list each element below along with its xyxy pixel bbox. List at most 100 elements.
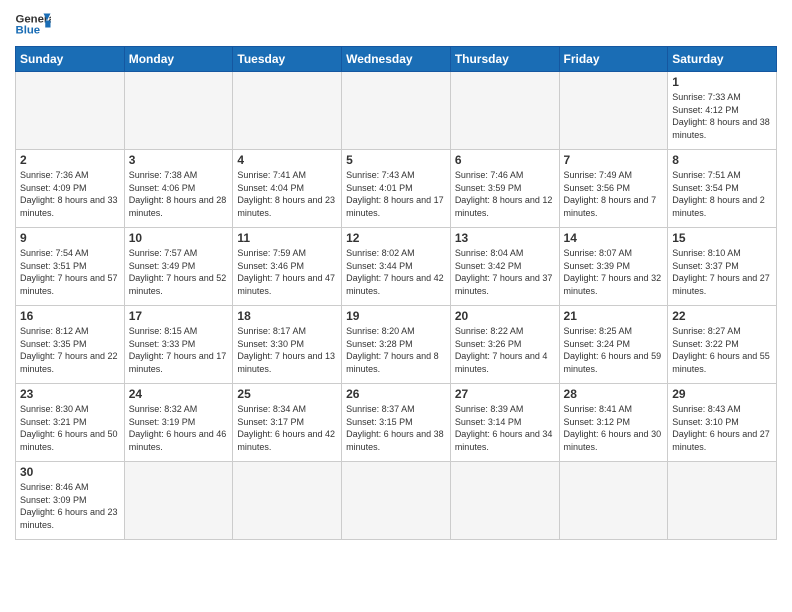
calendar-cell: 25Sunrise: 8:34 AMSunset: 3:17 PMDayligh…: [233, 384, 342, 462]
day-info: Sunrise: 8:02 AMSunset: 3:44 PMDaylight:…: [346, 247, 446, 297]
calendar-cell: 6Sunrise: 7:46 AMSunset: 3:59 PMDaylight…: [450, 150, 559, 228]
day-number: 23: [20, 387, 120, 401]
calendar-cell: 5Sunrise: 7:43 AMSunset: 4:01 PMDaylight…: [342, 150, 451, 228]
day-info: Sunrise: 8:34 AMSunset: 3:17 PMDaylight:…: [237, 403, 337, 453]
logo: General Blue: [15, 10, 51, 38]
calendar-cell: 11 Sunrise: 7:59 AMSunset: 3:46 PMDayligh…: [233, 228, 342, 306]
day-info: Sunrise: 7:59 AMSunset: 3:46 PMDaylight:…: [237, 247, 337, 297]
day-number: 21: [564, 309, 664, 323]
day-info: Sunrise: 8:04 AMSunset: 3:42 PMDaylight:…: [455, 247, 555, 297]
calendar-cell: 27 Sunrise: 8:39 AMSunset: 3:14 PMDayligh…: [450, 384, 559, 462]
calendar-cell: [559, 462, 668, 540]
day-info: Sunrise: 7:43 AMSunset: 4:01 PMDaylight:…: [346, 169, 446, 219]
calendar-cell: 30Sunrise: 8:46 AMSunset: 3:09 PMDayligh…: [16, 462, 125, 540]
day-info: Sunrise: 8:15 AMSunset: 3:33 PMDaylight:…: [129, 325, 229, 375]
calendar-cell: 20Sunrise: 8:22 AMSunset: 3:26 PMDayligh…: [450, 306, 559, 384]
logo-icon: General Blue: [15, 10, 51, 38]
calendar-cell: 7 Sunrise: 7:49 AMSunset: 3:56 PMDaylight…: [559, 150, 668, 228]
calendar-cell: 1Sunrise: 7:33 AMSunset: 4:12 PMDaylight…: [668, 72, 777, 150]
calendar-cell: 3 Sunrise: 7:38 AMSunset: 4:06 PMDaylight…: [124, 150, 233, 228]
day-info: Sunrise: 8:46 AMSunset: 3:09 PMDaylight:…: [20, 481, 120, 531]
calendar-cell: 8Sunrise: 7:51 AMSunset: 3:54 PMDaylight…: [668, 150, 777, 228]
day-number: 8: [672, 153, 772, 167]
day-number: 10: [129, 231, 229, 245]
calendar-cell: 22Sunrise: 8:27 AMSunset: 3:22 PMDayligh…: [668, 306, 777, 384]
day-number: 9: [20, 231, 120, 245]
calendar-cell: 15Sunrise: 8:10 AMSunset: 3:37 PMDayligh…: [668, 228, 777, 306]
calendar-week-row: 30Sunrise: 8:46 AMSunset: 3:09 PMDayligh…: [16, 462, 777, 540]
day-number: 13: [455, 231, 555, 245]
calendar-cell: 16Sunrise: 8:12 AMSunset: 3:35 PMDayligh…: [16, 306, 125, 384]
day-number: 7: [564, 153, 664, 167]
day-number: 24: [129, 387, 229, 401]
calendar-cell: [668, 462, 777, 540]
header: General Blue: [15, 10, 777, 38]
day-info: Sunrise: 8:22 AMSunset: 3:26 PMDaylight:…: [455, 325, 555, 375]
calendar-week-row: 23 Sunrise: 8:30 AMSunset: 3:21 PMDayligh…: [16, 384, 777, 462]
calendar-week-row: 9 Sunrise: 7:54 AMSunset: 3:51 PMDaylight…: [16, 228, 777, 306]
calendar-cell: 29Sunrise: 8:43 AMSunset: 3:10 PMDayligh…: [668, 384, 777, 462]
day-info: Sunrise: 7:36 AMSunset: 4:09 PMDaylight:…: [20, 169, 120, 219]
day-info: Sunrise: 8:17 AMSunset: 3:30 PMDaylight:…: [237, 325, 337, 375]
day-info: Sunrise: 7:46 AMSunset: 3:59 PMDaylight:…: [455, 169, 555, 219]
weekday-header-monday: Monday: [124, 47, 233, 72]
day-info: Sunrise: 7:49 AMSunset: 3:56 PMDaylight:…: [564, 169, 664, 219]
day-info: Sunrise: 7:41 AMSunset: 4:04 PMDaylight:…: [237, 169, 337, 219]
day-number: 27: [455, 387, 555, 401]
day-number: 19: [346, 309, 446, 323]
day-info: Sunrise: 8:39 AMSunset: 3:14 PMDaylight:…: [455, 403, 555, 453]
day-number: 26: [346, 387, 446, 401]
calendar-cell: 21Sunrise: 8:25 AMSunset: 3:24 PMDayligh…: [559, 306, 668, 384]
day-info: Sunrise: 8:37 AMSunset: 3:15 PMDaylight:…: [346, 403, 446, 453]
day-number: 18: [237, 309, 337, 323]
calendar-cell: [450, 72, 559, 150]
calendar-cell: 13 Sunrise: 8:04 AMSunset: 3:42 PMDayligh…: [450, 228, 559, 306]
calendar-cell: [124, 72, 233, 150]
calendar-cell: [559, 72, 668, 150]
calendar-cell: 2 Sunrise: 7:36 AMSunset: 4:09 PMDaylight…: [16, 150, 125, 228]
day-number: 29: [672, 387, 772, 401]
weekday-header-thursday: Thursday: [450, 47, 559, 72]
calendar-cell: 28 Sunrise: 8:41 AMSunset: 3:12 PMDayligh…: [559, 384, 668, 462]
calendar-cell: 24 Sunrise: 8:32 AMSunset: 3:19 PMDayligh…: [124, 384, 233, 462]
day-number: 4: [237, 153, 337, 167]
calendar-cell: 10 Sunrise: 7:57 AMSunset: 3:49 PMDayligh…: [124, 228, 233, 306]
day-info: Sunrise: 7:57 AMSunset: 3:49 PMDaylight:…: [129, 247, 229, 297]
day-info: Sunrise: 7:38 AMSunset: 4:06 PMDaylight:…: [129, 169, 229, 219]
day-number: 2: [20, 153, 120, 167]
day-number: 16: [20, 309, 120, 323]
calendar-cell: 4 Sunrise: 7:41 AMSunset: 4:04 PMDaylight…: [233, 150, 342, 228]
weekday-header-saturday: Saturday: [668, 47, 777, 72]
weekday-header-sunday: Sunday: [16, 47, 125, 72]
day-info: Sunrise: 7:33 AMSunset: 4:12 PMDaylight:…: [672, 91, 772, 141]
day-info: Sunrise: 8:32 AMSunset: 3:19 PMDaylight:…: [129, 403, 229, 453]
day-number: 17: [129, 309, 229, 323]
day-number: 28: [564, 387, 664, 401]
weekday-header-tuesday: Tuesday: [233, 47, 342, 72]
page: General Blue SundayMondayTuesdayWednesda…: [0, 0, 792, 550]
calendar-cell: 23 Sunrise: 8:30 AMSunset: 3:21 PMDayligh…: [16, 384, 125, 462]
day-info: Sunrise: 7:54 AMSunset: 3:51 PMDaylight:…: [20, 247, 120, 297]
calendar-cell: 19Sunrise: 8:20 AMSunset: 3:28 PMDayligh…: [342, 306, 451, 384]
weekday-header-row: SundayMondayTuesdayWednesdayThursdayFrid…: [16, 47, 777, 72]
calendar-cell: 12 Sunrise: 8:02 AMSunset: 3:44 PMDayligh…: [342, 228, 451, 306]
day-info: Sunrise: 8:30 AMSunset: 3:21 PMDaylight:…: [20, 403, 120, 453]
calendar-cell: [342, 462, 451, 540]
day-info: Sunrise: 8:07 AMSunset: 3:39 PMDaylight:…: [564, 247, 664, 297]
calendar-cell: 26 Sunrise: 8:37 AMSunset: 3:15 PMDayligh…: [342, 384, 451, 462]
calendar-cell: 18 Sunrise: 8:17 AMSunset: 3:30 PMDayligh…: [233, 306, 342, 384]
calendar-week-row: 2 Sunrise: 7:36 AMSunset: 4:09 PMDaylight…: [16, 150, 777, 228]
day-number: 3: [129, 153, 229, 167]
day-number: 11: [237, 231, 337, 245]
day-number: 12: [346, 231, 446, 245]
weekday-header-friday: Friday: [559, 47, 668, 72]
calendar-cell: 9 Sunrise: 7:54 AMSunset: 3:51 PMDaylight…: [16, 228, 125, 306]
day-info: Sunrise: 8:41 AMSunset: 3:12 PMDaylight:…: [564, 403, 664, 453]
calendar-cell: 14Sunrise: 8:07 AMSunset: 3:39 PMDayligh…: [559, 228, 668, 306]
day-info: Sunrise: 8:10 AMSunset: 3:37 PMDaylight:…: [672, 247, 772, 297]
calendar-cell: [124, 462, 233, 540]
calendar-week-row: 16Sunrise: 8:12 AMSunset: 3:35 PMDayligh…: [16, 306, 777, 384]
calendar-cell: [342, 72, 451, 150]
calendar-cell: [16, 72, 125, 150]
calendar-cell: [450, 462, 559, 540]
